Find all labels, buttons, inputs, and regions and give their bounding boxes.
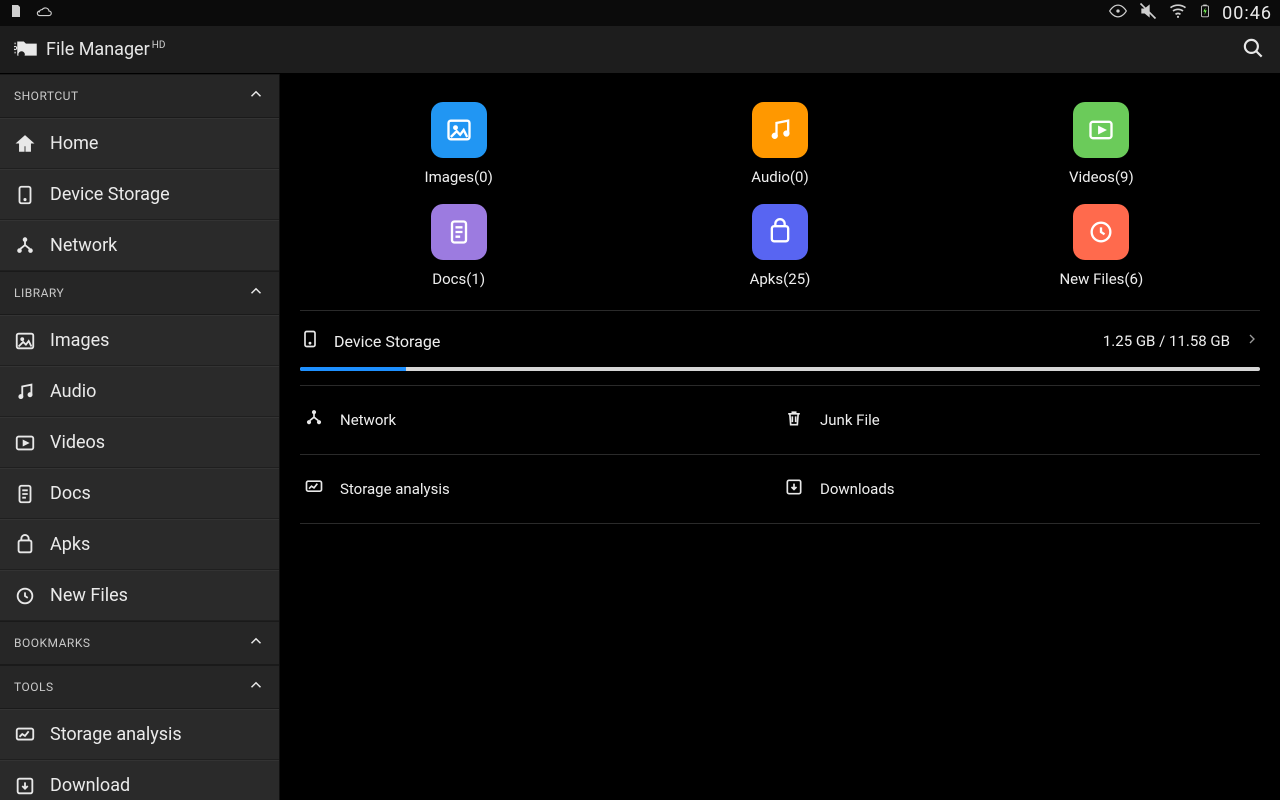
storage-row[interactable]: Device Storage 1.25 GB / 11.58 GB [300,310,1260,386]
home-icon [14,133,36,155]
audio-icon [752,102,808,158]
image-icon [431,102,487,158]
category-label: Docs(1) [432,270,485,288]
sidebar-item-label: Apks [50,534,90,555]
sidebar-item-label: Docs [50,483,91,504]
sidebar: SHORTCUT Home Device Storage Network LIB… [0,74,280,800]
sidebar-item-label: Download [50,775,130,796]
storage-icon [14,184,36,206]
category-videos[interactable]: Videos(9) [941,102,1262,186]
chevron-up-icon [247,282,265,304]
network-icon [304,408,324,432]
network-icon [14,235,36,257]
trash-icon [784,408,804,432]
tool-label: Junk File [820,411,880,429]
sidebar-section-library[interactable]: LIBRARY [0,271,279,315]
storage-name: Device Storage [334,332,440,351]
category-docs[interactable]: Docs(1) [298,204,619,288]
tools-grid: Network Junk File Storage analysis Downl… [300,386,1260,524]
sidebar-item-label: Audio [50,381,96,402]
apk-icon [14,534,36,556]
battery-charging-icon [1198,1,1212,25]
apk-icon [752,204,808,260]
category-label: New Files(6) [1059,270,1143,288]
app-brand: File ManagerHD [14,35,165,65]
sidebar-section-label: TOOLS [14,680,54,694]
category-label: Images(0) [425,168,493,186]
chevron-up-icon [247,676,265,698]
category-label: Videos(9) [1069,168,1134,186]
main-content: Images(0) Audio(0) Videos(9) Docs(1) Apk… [280,74,1280,800]
android-status-bar: 00:46 [0,0,1280,26]
sidebar-item-images[interactable]: Images [0,315,279,366]
tool-label: Storage analysis [340,480,450,498]
sidebar-section-bookmarks[interactable]: BOOKMARKS [0,621,279,665]
sidebar-item-videos[interactable]: Videos [0,417,279,468]
sidebar-item-label: Network [50,235,117,256]
sidebar-section-label: SHORTCUT [14,89,79,103]
sidebar-item-new-files[interactable]: New Files [0,570,279,621]
tool-label: Downloads [820,480,895,498]
chevron-right-icon [1244,331,1260,351]
sidebar-item-download[interactable]: Download [0,760,279,800]
tool-storage-analysis[interactable]: Storage analysis [300,454,780,523]
sidebar-item-network[interactable]: Network [0,220,279,271]
download-icon [784,477,804,501]
download-icon [14,775,36,797]
sidebar-item-storage-analysis[interactable]: Storage analysis [0,709,279,760]
doc-icon [431,204,487,260]
audio-icon [14,381,36,403]
image-icon [14,330,36,352]
status-clock: 00:46 [1222,3,1272,24]
sidebar-item-home[interactable]: Home [0,118,279,169]
analysis-icon [14,724,36,746]
category-images[interactable]: Images(0) [298,102,619,186]
eye-icon [1108,1,1128,25]
sidebar-item-device-storage[interactable]: Device Storage [0,169,279,220]
weather-icon [34,2,52,24]
tool-network[interactable]: Network [300,386,780,454]
storage-icon [300,329,320,353]
category-apks[interactable]: Apks(25) [619,204,940,288]
folder-icon [14,35,40,65]
sidebar-item-label: Images [50,330,109,351]
category-new-files[interactable]: New Files(6) [941,204,1262,288]
category-audio[interactable]: Audio(0) [619,102,940,186]
clock-icon [14,585,36,607]
chevron-up-icon [247,632,265,654]
doc-icon [14,483,36,505]
app-title: File ManagerHD [46,39,165,60]
sidebar-item-audio[interactable]: Audio [0,366,279,417]
analysis-icon [304,477,324,501]
clock-icon [1073,204,1129,260]
video-icon [14,432,36,454]
sidebar-section-shortcut[interactable]: SHORTCUT [0,74,279,118]
mute-icon [1138,1,1158,25]
sidebar-item-label: Videos [50,432,105,453]
storage-progress [300,367,1260,371]
storage-progress-bar [300,367,406,371]
sidebar-item-label: Storage analysis [50,724,182,745]
category-label: Audio(0) [751,168,808,186]
tool-label: Network [340,411,396,429]
sidebar-section-label: BOOKMARKS [14,636,90,650]
sidebar-section-tools[interactable]: TOOLS [0,665,279,709]
tool-junk-file[interactable]: Junk File [780,386,1260,454]
chevron-up-icon [247,85,265,107]
storage-status: 1.25 GB / 11.58 GB [1103,332,1230,350]
sdcard-icon [8,3,24,23]
search-button[interactable] [1240,35,1266,65]
app-header: File ManagerHD [0,26,1280,74]
sidebar-item-label: Device Storage [50,184,170,205]
sidebar-item-label: New Files [50,585,128,606]
tool-downloads[interactable]: Downloads [780,454,1260,523]
sidebar-section-label: LIBRARY [14,286,64,300]
video-icon [1073,102,1129,158]
category-label: Apks(25) [750,270,811,288]
sidebar-item-label: Home [50,133,98,154]
sidebar-item-docs[interactable]: Docs [0,468,279,519]
category-grid: Images(0) Audio(0) Videos(9) Docs(1) Apk… [288,74,1272,310]
wifi-icon [1168,1,1188,25]
sidebar-item-apks[interactable]: Apks [0,519,279,570]
